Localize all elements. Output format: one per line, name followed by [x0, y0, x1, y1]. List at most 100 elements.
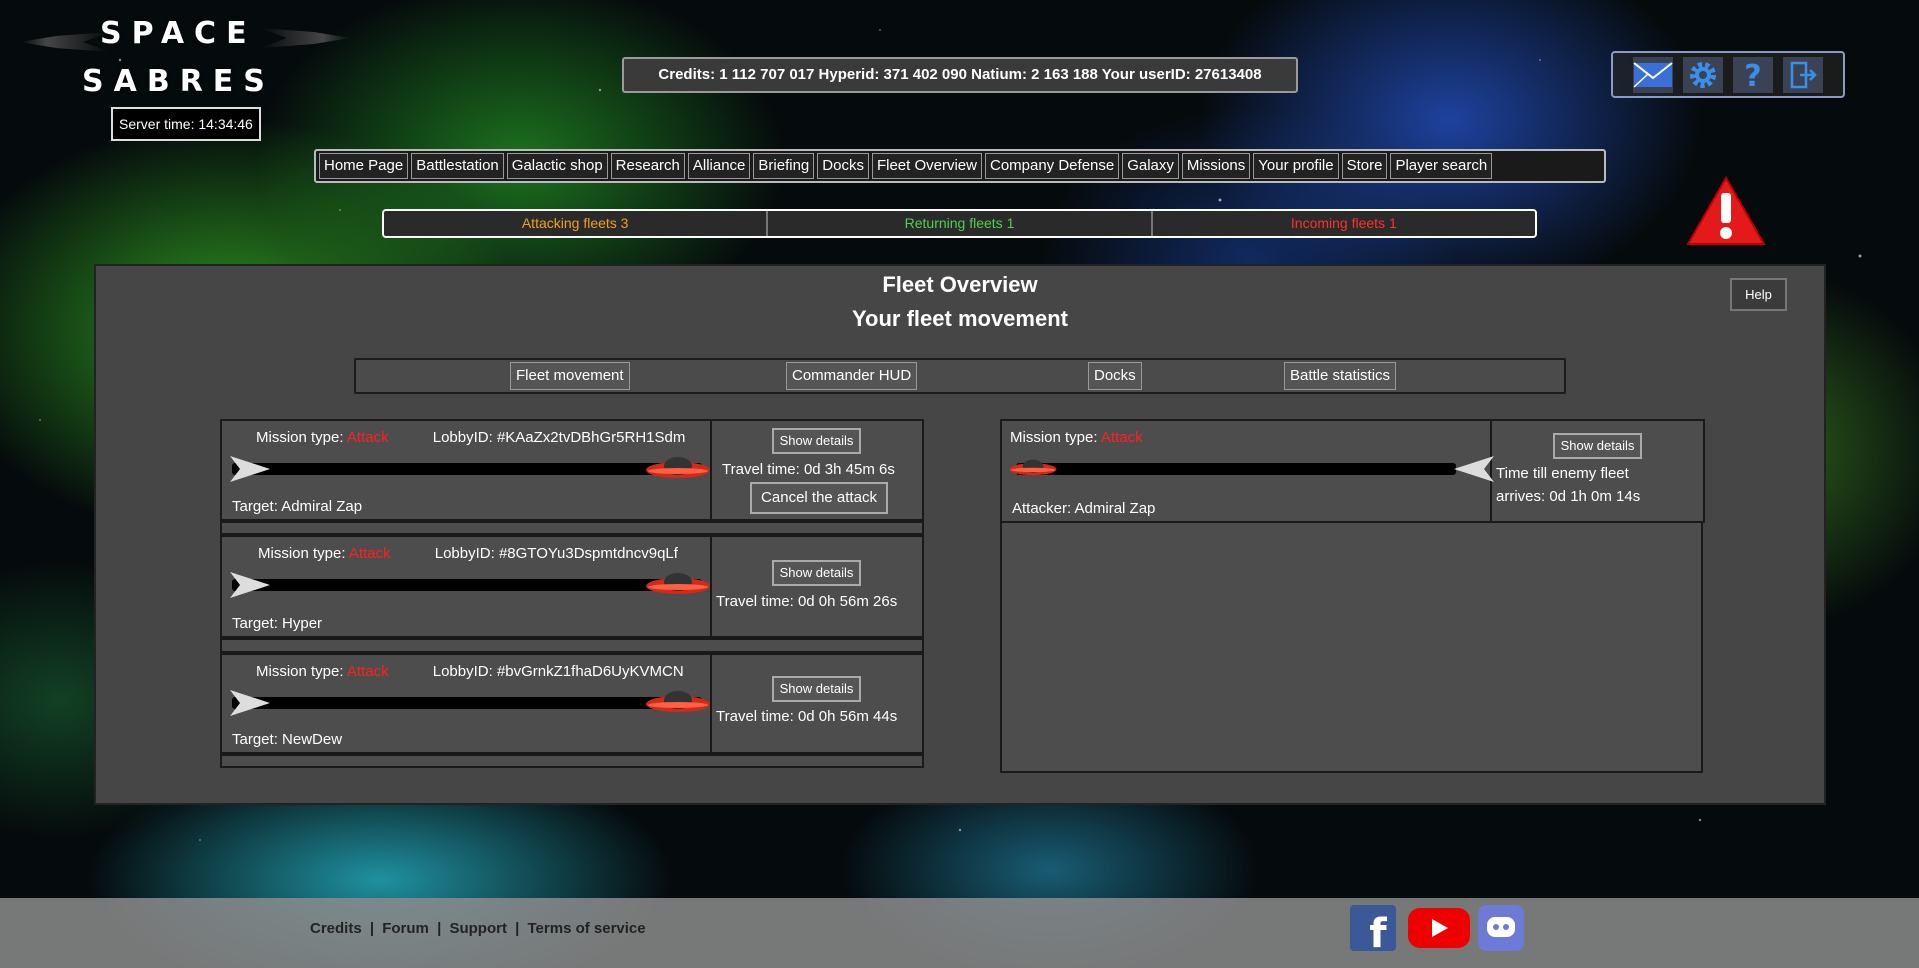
mission-header: Mission type: Attack LobbyID: #bvGrnkZ1f…	[256, 663, 684, 680]
youtube-icon[interactable]	[1408, 908, 1470, 948]
incoming-mission-card: Mission type: Attack Attacker: Admiral Z…	[1000, 419, 1705, 523]
mission-actions: Show details Time till enemy fleet arriv…	[1494, 421, 1703, 521]
mission-actions: Show details Travel time: 0d 0h 56m 26s	[714, 537, 922, 636]
mission-actions: Show details Travel time: 0d 3h 45m 6s C…	[714, 421, 922, 519]
settings-icon[interactable]	[1683, 56, 1723, 93]
nav-docks[interactable]: Docks	[817, 153, 869, 179]
mission-target: Target: Hyper	[232, 615, 323, 632]
mission-type-label: Mission type:	[256, 429, 344, 446]
show-details-button[interactable]: Show details	[772, 676, 861, 702]
footer-separator: |	[369, 920, 375, 937]
resource-bar: Credits: 1 112 707 017 Hyperid: 371 402 …	[622, 57, 1298, 93]
progress-track	[232, 463, 702, 475]
mission-type-label: Mission type:	[1010, 429, 1098, 446]
page-subtitle: Your fleet movement	[852, 306, 1068, 331]
discord-icon[interactable]	[1478, 905, 1524, 951]
lobby-id: LobbyID: #8GTOYu3Dspmtdncv9qLf	[434, 545, 678, 562]
logo-ship-left	[20, 32, 110, 52]
show-details-button[interactable]: Show details	[1553, 433, 1642, 459]
nav-galaxy[interactable]: Galaxy	[1122, 153, 1179, 179]
mission-separator	[220, 638, 924, 653]
warning-icon[interactable]	[1685, 175, 1767, 247]
show-details-button[interactable]: Show details	[772, 560, 861, 586]
origin-arrow-icon	[230, 690, 270, 716]
top-icon-bar: ?	[1611, 51, 1845, 98]
nav-battlestation[interactable]: Battlestation	[411, 153, 504, 179]
footer-link-terms[interactable]: Terms of service	[528, 920, 646, 937]
nav-galactic-shop[interactable]: Galactic shop	[506, 153, 608, 179]
footer-link-support[interactable]: Support	[449, 920, 507, 937]
lobby-id: LobbyID: #KAaZx2tvDBhGr5RH1Sdm	[432, 429, 686, 446]
facebook-icon[interactable]: f	[1350, 905, 1396, 957]
tab-fleet-movement[interactable]: Fleet movement	[510, 362, 630, 390]
fleet-status-bar: Attacking fleets 3 Returning fleets 1 In…	[382, 209, 1537, 238]
footer: Credits | Forum | Support | Terms of ser…	[0, 898, 1919, 968]
svg-text:f: f	[1369, 911, 1387, 951]
nav-fleet-overview[interactable]: Fleet Overview	[871, 153, 982, 179]
nav-company-defense[interactable]: Company Defense	[984, 153, 1120, 179]
help-icon[interactable]: ?	[1733, 56, 1773, 93]
logo-text-line1: SPACE	[100, 16, 257, 51]
cancel-attack-button[interactable]: Cancel the attack	[750, 482, 888, 514]
attacker-name: Attacker: Admiral Zap	[1012, 500, 1156, 517]
mission-type-value: Attack	[1100, 429, 1143, 446]
fleet-ship-icon	[646, 573, 710, 594]
help-button[interactable]: Help	[1730, 278, 1787, 311]
main-navigation: Home Page Battlestation Galactic shop Re…	[314, 149, 1606, 183]
lobby-id: LobbyID: #bvGrnkZ1fhaD6UyKVMCN	[432, 663, 684, 680]
returning-fleets-count[interactable]: Returning fleets 1	[768, 211, 1153, 236]
mission-type-label: Mission type:	[256, 663, 344, 680]
nav-briefing[interactable]: Briefing	[753, 153, 815, 179]
progress-track	[232, 697, 702, 709]
target-arrow-icon	[1454, 456, 1494, 482]
svg-text:?: ?	[1744, 59, 1761, 91]
attacking-fleets-count[interactable]: Attacking fleets 3	[384, 211, 769, 236]
mission-track-area: Mission type: Attack LobbyID: #KAaZx2tvD…	[222, 421, 712, 519]
arrival-time-label: Time till enemy fleet	[1496, 465, 1629, 482]
mission-separator	[220, 754, 924, 768]
nav-alliance[interactable]: Alliance	[687, 153, 751, 179]
tab-commander-hud[interactable]: Commander HUD	[786, 362, 918, 390]
footer-separator: |	[437, 920, 442, 937]
nav-your-profile[interactable]: Your profile	[1253, 153, 1339, 179]
tab-battle-statistics[interactable]: Battle statistics	[1284, 362, 1397, 390]
origin-arrow-icon	[230, 572, 270, 598]
arrival-time-value: arrives: 0d 1h 0m 14s	[1496, 488, 1641, 505]
mission-actions: Show details Travel time: 0d 0h 56m 44s	[714, 655, 922, 752]
game-logo[interactable]: SPACE SABRES	[20, 10, 320, 100]
travel-time: Travel time: 0d 3h 45m 6s	[722, 461, 895, 478]
footer-links: Credits | Forum | Support | Terms of ser…	[310, 920, 646, 937]
footer-link-credits[interactable]: Credits	[310, 920, 362, 937]
mission-header: Mission type: Attack LobbyID: #8GTOYu3Ds…	[258, 545, 678, 562]
incoming-fleets-count[interactable]: Incoming fleets 1	[1153, 211, 1535, 236]
nav-home-page[interactable]: Home Page	[319, 153, 409, 179]
logout-icon[interactable]	[1783, 56, 1823, 93]
tab-docks[interactable]: Docks	[1088, 362, 1142, 390]
mission-target: Target: NewDew	[232, 731, 343, 748]
mission-track-area: Mission type: Attack LobbyID: #8GTOYu3Ds…	[222, 537, 712, 636]
travel-time: Travel time: 0d 0h 56m 44s	[716, 708, 898, 725]
nav-missions[interactable]: Missions	[1181, 153, 1251, 179]
mission-type-value: Attack	[346, 429, 389, 446]
outgoing-mission-card: Mission type: Attack LobbyID: #8GTOYu3Ds…	[220, 535, 924, 638]
mission-target: Target: Admiral Zap	[232, 498, 363, 515]
mission-type-label: Mission type:	[258, 545, 346, 562]
nav-store[interactable]: Store	[1341, 153, 1388, 179]
footer-separator: |	[515, 920, 520, 937]
show-details-button[interactable]: Show details	[772, 428, 861, 454]
mission-track-area: Mission type: Attack LobbyID: #bvGrnkZ1f…	[222, 655, 712, 752]
page-title: Fleet Overview	[882, 272, 1038, 297]
progress-track	[1016, 463, 1456, 475]
incoming-fleet-panel: Mission type: Attack Attacker: Admiral Z…	[1000, 419, 1705, 773]
footer-link-forum[interactable]: Forum	[382, 920, 429, 937]
mail-icon[interactable]	[1633, 56, 1673, 93]
nav-player-search[interactable]: Player search	[1390, 153, 1493, 179]
fleet-ship-icon	[646, 457, 710, 478]
outgoing-mission-card: Mission type: Attack LobbyID: #KAaZx2tvD…	[220, 419, 924, 521]
mission-separator	[220, 521, 924, 535]
outgoing-mission-card: Mission type: Attack LobbyID: #bvGrnkZ1f…	[220, 653, 924, 754]
nav-research[interactable]: Research	[610, 153, 685, 179]
enemy-ship-icon	[1009, 459, 1057, 476]
overview-tabs: Fleet movement Commander HUD Docks Battl…	[354, 358, 1566, 394]
travel-time: Travel time: 0d 0h 56m 26s	[716, 593, 898, 610]
